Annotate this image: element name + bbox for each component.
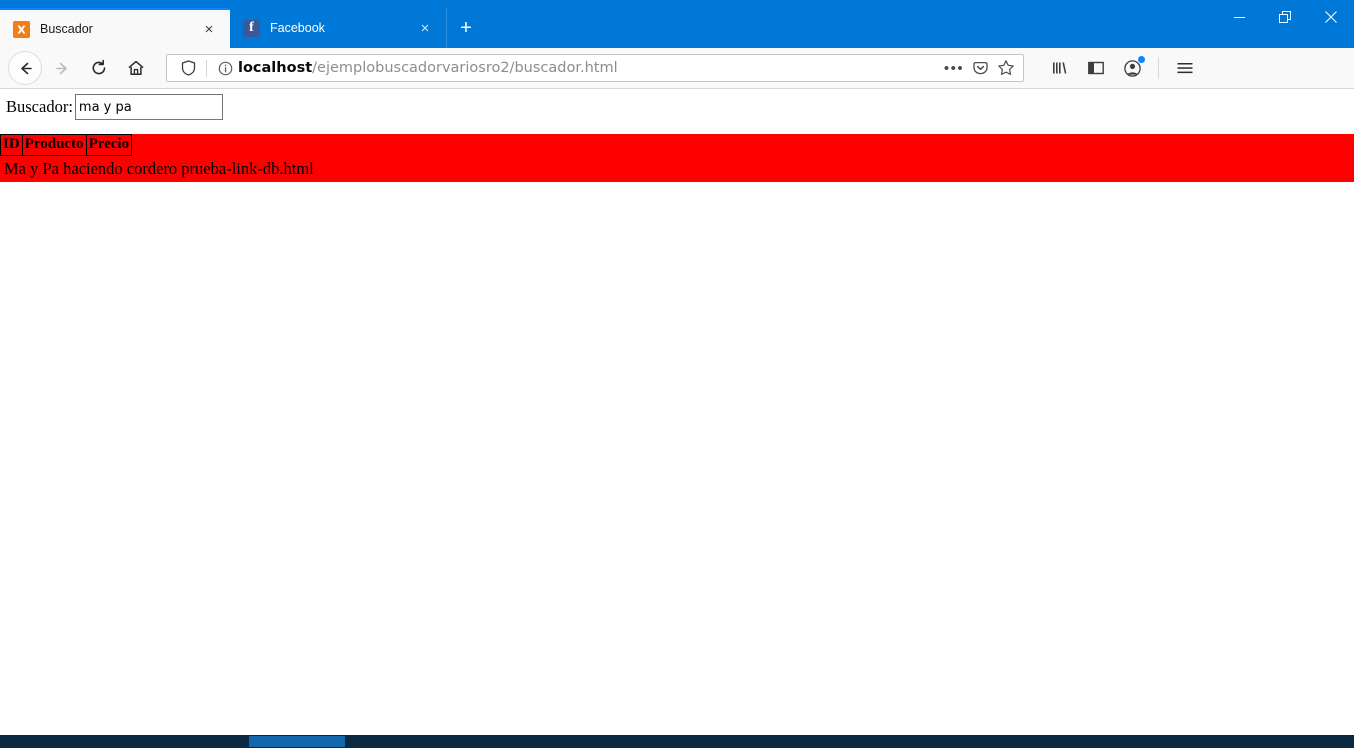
new-tab-button[interactable]: + — [446, 8, 485, 48]
toolbar-divider — [1158, 57, 1159, 79]
reload-button[interactable] — [82, 51, 116, 85]
taskbar-active-item[interactable] — [249, 736, 345, 747]
sidebar-icon[interactable] — [1080, 52, 1112, 84]
back-button[interactable] — [8, 51, 42, 85]
tab-title: Facebook — [270, 21, 325, 35]
tab-buscador[interactable]: Buscador × — [0, 8, 230, 48]
account-icon[interactable] — [1116, 52, 1148, 84]
tab-facebook[interactable]: f Facebook × — [230, 8, 446, 48]
result-row-text: Ma y Pa haciendo cordero prueba-link-db.… — [4, 158, 314, 178]
bookmark-star-icon[interactable] — [993, 55, 1019, 81]
toolbar-right-actions — [1040, 52, 1201, 84]
search-row: Buscador: — [0, 89, 1354, 120]
page-actions-dots: ••• — [943, 59, 965, 77]
search-label: Buscador: — [6, 97, 73, 116]
tab-close-icon[interactable]: × — [196, 16, 222, 42]
url-path: /ejemplobuscadorvariosro2/buscador.html — [312, 60, 618, 76]
minimize-icon[interactable] — [1216, 0, 1262, 34]
shield-icon[interactable] — [177, 60, 199, 76]
os-taskbar — [0, 735, 1354, 748]
url-divider — [206, 59, 207, 77]
forward-button — [45, 51, 79, 85]
window-controls — [1216, 0, 1354, 34]
account-notification-badge — [1138, 56, 1145, 63]
hamburger-menu-icon[interactable] — [1169, 52, 1201, 84]
url-bar[interactable]: localhost/ejemplobuscadorvariosro2/busca… — [166, 54, 1024, 82]
xampp-icon — [13, 20, 30, 38]
browser-tab-strip: Buscador × f Facebook × + — [0, 0, 1354, 48]
url-host: localhost — [238, 60, 313, 76]
column-header-precio: Precio — [85, 134, 133, 156]
page-content: Buscador: ID Producto Precio Ma y Pa hac… — [0, 89, 1354, 735]
results-table: ID Producto Precio — [0, 134, 133, 156]
table-header-row: ID Producto Precio — [0, 134, 133, 156]
tab-title: Buscador — [40, 22, 93, 36]
close-icon[interactable] — [1308, 0, 1354, 34]
library-icon[interactable] — [1044, 52, 1076, 84]
page-actions-icon[interactable]: ••• — [941, 55, 967, 81]
search-input[interactable] — [74, 94, 223, 120]
facebook-icon: f — [243, 19, 260, 37]
tab-close-icon[interactable]: × — [412, 15, 438, 41]
column-header-producto: Producto — [21, 134, 87, 156]
column-header-id: ID — [0, 134, 23, 156]
results-panel: ID Producto Precio Ma y Pa haciendo cord… — [0, 134, 1354, 182]
home-button[interactable] — [119, 51, 153, 85]
url-text[interactable]: localhost/ejemplobuscadorvariosro2/busca… — [236, 60, 941, 76]
pocket-icon[interactable] — [967, 55, 993, 81]
browser-navigation-toolbar: localhost/ejemplobuscadorvariosro2/busca… — [0, 48, 1354, 89]
restore-icon[interactable] — [1262, 0, 1308, 34]
info-icon[interactable] — [214, 61, 236, 76]
